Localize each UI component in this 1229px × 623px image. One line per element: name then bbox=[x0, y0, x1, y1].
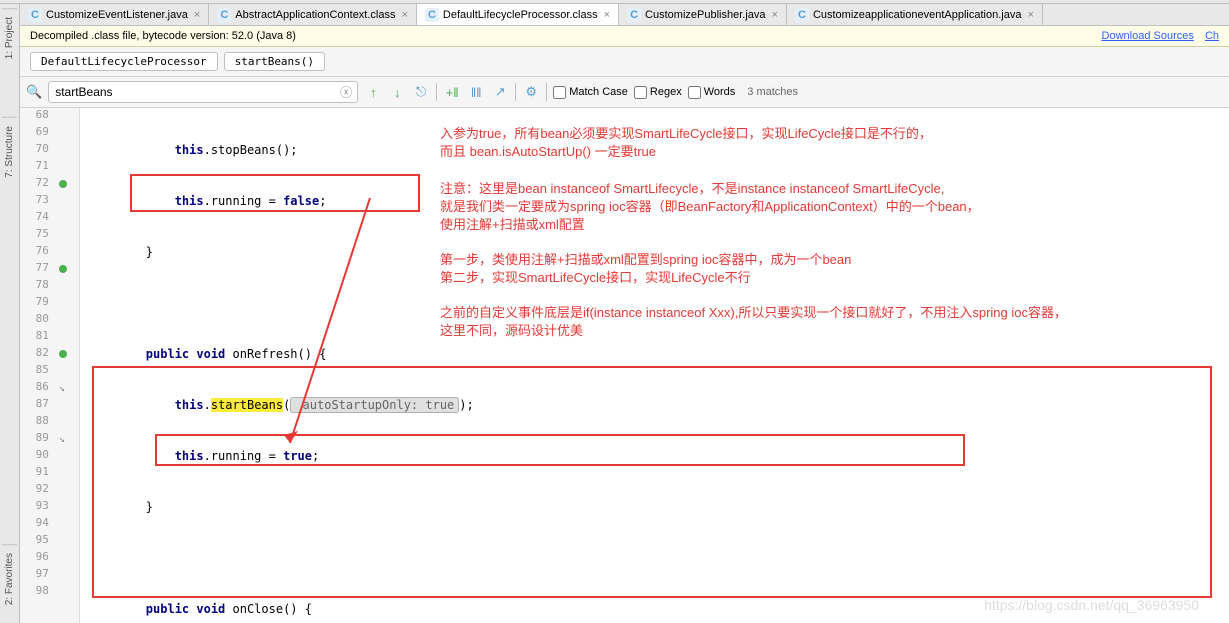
tab-label: DefaultLifecycleProcessor.class bbox=[443, 9, 598, 21]
words-checkbox[interactable]: Words bbox=[688, 86, 736, 99]
rail-structure[interactable]: 7: Structure bbox=[2, 117, 17, 186]
regex-checkbox[interactable]: Regex bbox=[634, 86, 682, 99]
annotation-3-line1: 第一步，类使用注解+扫描或xml配置到spring ioc容器中，成为一个bea… bbox=[440, 251, 851, 268]
gutter-markers: ↘↘ bbox=[55, 108, 75, 623]
download-sources-link[interactable]: Download Sources bbox=[1102, 30, 1194, 42]
decompiled-notice: Decompiled .class file, bytecode version… bbox=[20, 26, 1229, 47]
close-icon[interactable]: × bbox=[1027, 9, 1033, 21]
class-file-icon: C bbox=[217, 8, 231, 22]
tab-label: AbstractApplicationContext.class bbox=[235, 9, 395, 21]
highlight-startbeans: startBeans bbox=[211, 398, 283, 412]
find-bar: 🔍 ⓧ ↑ ↓ ⎋ +‖ ‖‖ ↗ ⚙ Match Case Regex Wor… bbox=[20, 77, 1229, 108]
editor-tabs: C CustomizeEventListener.java × C Abstra… bbox=[20, 4, 1229, 26]
annotation-2-line3: 使用注解+扫描或xml配置 bbox=[440, 216, 585, 233]
annotation-3-line2: 第二步，实现SmartLifeCycle接口，实现LifeCycle不行 bbox=[440, 269, 751, 286]
java-file-icon: C bbox=[627, 8, 641, 22]
search-input[interactable] bbox=[48, 81, 358, 103]
red-arrow bbox=[280, 193, 400, 453]
java-file-icon: C bbox=[795, 8, 809, 22]
separator bbox=[546, 83, 547, 101]
breadcrumb-class[interactable]: DefaultLifecycleProcessor bbox=[30, 52, 218, 71]
watermark: https://blog.csdn.net/qq_36963950 bbox=[984, 597, 1199, 613]
annotation-4-line2: 这里不同，源码设计优美 bbox=[440, 322, 583, 339]
rail-project[interactable]: 1: Project bbox=[2, 8, 17, 67]
separator bbox=[515, 83, 516, 101]
class-file-icon: C bbox=[425, 8, 439, 22]
code-area[interactable]: this this.stopBeans();.stopBeans(); this… bbox=[80, 108, 1229, 623]
close-icon[interactable]: × bbox=[194, 9, 200, 21]
tab-abstract-application-context[interactable]: C AbstractApplicationContext.class × bbox=[209, 4, 417, 25]
match-count: 3 matches bbox=[747, 86, 798, 98]
match-case-checkbox[interactable]: Match Case bbox=[553, 86, 628, 99]
filter-icon[interactable]: ⎋ bbox=[412, 83, 430, 101]
search-icon: 🔍 bbox=[26, 84, 42, 100]
rail-favorites[interactable]: 2: Favorites bbox=[2, 544, 17, 613]
annotation-1-line2: 而且 bean.isAutoStartUp() 一定要true bbox=[440, 143, 656, 160]
gutter: 6869707172737475767778798081828586878889… bbox=[20, 108, 80, 623]
annotation-4-line1: 之前的自定义事件底层是if(instance instanceof Xxx),所… bbox=[440, 304, 1067, 321]
tab-customize-publisher[interactable]: C CustomizePublisher.java × bbox=[619, 4, 787, 25]
tab-customize-event-listener[interactable]: C CustomizeEventListener.java × bbox=[20, 4, 209, 25]
annotation-2-line1: 注意：这里是bean instanceof SmartLifecycle，不是i… bbox=[440, 180, 944, 197]
tab-customize-app-event-application[interactable]: C CustomizeapplicationeventApplication.j… bbox=[787, 4, 1043, 25]
line-numbers: 6869707172737475767778798081828586878889… bbox=[20, 108, 55, 623]
close-icon[interactable]: × bbox=[401, 9, 407, 21]
select-all-icon[interactable]: ‖‖ bbox=[467, 83, 485, 101]
annotation-1-line1: 入参为true，所有bean必须要实现SmartLifeCycle接口，实现Li… bbox=[440, 125, 932, 142]
param-hint: autoStartupOnly: true bbox=[290, 397, 459, 413]
tab-label: CustomizeEventListener.java bbox=[46, 9, 188, 21]
code-editor[interactable]: 6869707172737475767778798081828586878889… bbox=[20, 108, 1229, 623]
left-tool-rail: 1: Project 7: Structure 2: Favorites bbox=[0, 4, 20, 623]
close-icon[interactable]: × bbox=[604, 9, 610, 21]
prev-match-icon[interactable]: ↑ bbox=[364, 83, 382, 101]
export-icon[interactable]: ↗ bbox=[491, 83, 509, 101]
choose-sources-link[interactable]: Ch bbox=[1205, 30, 1219, 42]
tab-default-lifecycle-processor[interactable]: C DefaultLifecycleProcessor.class × bbox=[417, 4, 619, 25]
java-file-icon: C bbox=[28, 8, 42, 22]
settings-icon[interactable]: ⚙ bbox=[522, 83, 540, 101]
add-selection-icon[interactable]: +‖ bbox=[443, 83, 461, 101]
decompiled-text: Decompiled .class file, bytecode version… bbox=[30, 30, 296, 42]
close-icon[interactable]: × bbox=[772, 9, 778, 21]
tab-label: CustomizeapplicationeventApplication.jav… bbox=[813, 9, 1022, 21]
tab-label: CustomizePublisher.java bbox=[645, 9, 765, 21]
separator bbox=[436, 83, 437, 101]
breadcrumb: DefaultLifecycleProcessor startBeans() bbox=[20, 47, 1229, 77]
annotation-2-line2: 就是我们类一定要成为spring ioc容器（即BeanFactory和Appl… bbox=[440, 198, 980, 215]
breadcrumb-method[interactable]: startBeans() bbox=[224, 52, 325, 71]
clear-search-icon[interactable]: ⓧ bbox=[340, 84, 352, 101]
next-match-icon[interactable]: ↓ bbox=[388, 83, 406, 101]
